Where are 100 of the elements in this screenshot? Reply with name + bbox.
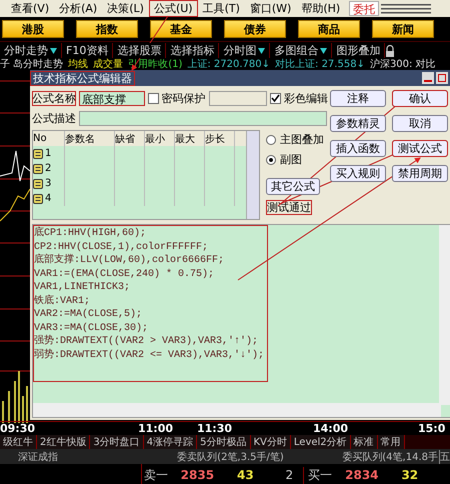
view-tab[interactable]: Level2分析 [290, 435, 351, 449]
dropdown-icon [320, 48, 328, 54]
market-button[interactable]: 商品 [298, 20, 360, 38]
chart-info-text: 子 岛分时走势 [0, 59, 64, 71]
field-label: 公式描述 [32, 110, 76, 126]
lock-icon[interactable] [385, 44, 396, 56]
dialog-button[interactable]: 注释 [330, 90, 386, 107]
view-tab[interactable]: 4涨停寻踪 [144, 435, 198, 449]
menu-item[interactable]: 决策(L) [102, 0, 149, 17]
code-line: 弱势:DRAWTEXT((VAR2 <= VAR3),VAR3,'↓'); [34, 348, 264, 362]
radio-label: 副图 [280, 152, 302, 167]
dialog-button[interactable]: 确认 [392, 90, 448, 107]
dialog-button[interactable]: 取消 [392, 115, 448, 132]
column-header: 缺省 [115, 131, 145, 146]
column-header: 参数名 [65, 131, 115, 146]
dialog-button[interactable]: 插入函数 [330, 140, 386, 157]
market-button[interactable]: 指数 [76, 20, 138, 38]
chart-info-text: 成交量 [93, 59, 124, 71]
column-header: 步长 [205, 131, 235, 146]
menu-item[interactable]: 查看(V) [6, 0, 54, 17]
view-tab[interactable]: 3分时盘口 [90, 435, 144, 449]
stripes-icon [381, 2, 432, 14]
row-number: 1 [45, 148, 52, 159]
code-line: 铁底:VAR1; [34, 294, 92, 308]
menu-item[interactable]: 分析(A) [54, 0, 102, 17]
column-header: No [33, 131, 65, 146]
menu-item[interactable]: 公式(U) [148, 0, 198, 17]
column-header: 最大 [175, 131, 205, 146]
scrollbar[interactable] [439, 225, 450, 405]
view-tab[interactable]: 级红牛 [0, 435, 37, 449]
radio-button[interactable] [266, 154, 276, 164]
formula-name-field[interactable]: 底部支撑 [79, 90, 146, 106]
parameter-icon [33, 148, 43, 158]
dropdown-icon [50, 48, 57, 54]
dialog-button[interactable]: 测试公式 [392, 140, 448, 157]
menu-item[interactable]: 窗口(W) [244, 0, 296, 17]
window-title: 技术指标公式编辑器 [30, 70, 135, 86]
checkbox[interactable] [148, 92, 159, 104]
parameter-icon [33, 178, 43, 188]
view-tab[interactable]: 常用 [378, 435, 405, 449]
dialog-button[interactable]: 买入规则 [330, 165, 386, 182]
row-number: 4 [45, 193, 52, 204]
code-line: CP2:HHV(CLOSE,1),colorFFFFFF; [34, 240, 210, 254]
chart-info-text: 对比上证: 27.558↓ [275, 59, 365, 71]
code-line: 强势:DRAWTEXT((VAR2 > VAR3),VAR3,'↑'); [34, 335, 260, 348]
time-label: 11:00 [138, 422, 174, 435]
maximize-icon[interactable] [436, 72, 448, 84]
parameter-icon [33, 164, 43, 174]
order-volume: 43 [236, 468, 255, 482]
row-number: 3 [45, 178, 52, 189]
code-line: VAR1:=(EMA(CLOSE,240) * 0.75); [34, 268, 216, 281]
description-field[interactable] [79, 110, 327, 126]
dialog-button[interactable]: 禁用周期 [392, 165, 448, 182]
field-label: 公式名称 [32, 90, 76, 106]
order-label: 卖一 [144, 466, 169, 484]
trade-button[interactable]: 委托 [349, 1, 380, 16]
menu-item[interactable]: 工具(T) [198, 0, 245, 17]
quote-header: 委买队列(4笔,14.8手 [342, 450, 438, 464]
market-button[interactable]: 新闻 [372, 20, 434, 38]
market-button[interactable]: 债券 [224, 20, 286, 38]
code-line: 底部支撑:LLV(LOW,60),color6666FF; [34, 254, 226, 268]
quote-header: 委卖队列(2笔,3.5手/笔) [176, 450, 285, 464]
chart-info-text: 沪深300: 对比 [370, 59, 436, 71]
chart-info-text: 上证: 2720.780↓ [187, 59, 270, 71]
time-label: 15:0 [418, 422, 446, 435]
code-line: VAR2:=MA(CLOSE,5); [34, 308, 144, 322]
checkbox[interactable] [270, 92, 281, 104]
view-tab[interactable]: 2红牛快版 [37, 435, 90, 449]
market-button[interactable]: 基金 [150, 20, 212, 38]
view-tab[interactable]: 5分时极品 [197, 435, 250, 449]
code-editor[interactable] [32, 224, 450, 418]
minimize-icon[interactable] [422, 72, 434, 84]
view-tab[interactable]: KV分时 [250, 435, 291, 449]
order-volume: 32 [401, 468, 420, 482]
view-tab[interactable]: 标准 [350, 435, 378, 449]
quote-header: 深证成指 [17, 450, 59, 464]
checkbox-label: 彩色编辑 [284, 90, 328, 106]
order-price: 2835 [180, 468, 216, 482]
code-line: VAR1,LINETHICK3; [34, 281, 132, 294]
time-label: 14:00 [313, 422, 348, 435]
radio-button[interactable] [266, 134, 276, 144]
menu-item[interactable]: 帮助(H) [296, 0, 346, 17]
checkbox-label: 密码保护 [162, 90, 206, 106]
time-label: 09:30 [0, 422, 36, 435]
parameter-icon [33, 194, 43, 204]
quote-header: 五 [439, 450, 450, 464]
password-field[interactable] [208, 90, 267, 106]
chart-info-text: 均线 [68, 59, 88, 71]
dialog-button[interactable]: 其它公式 [266, 178, 320, 195]
code-line: VAR3:=MA(CLOSE,30); [34, 322, 150, 334]
market-button[interactable]: 港股 [2, 20, 64, 38]
order-count: 2 [286, 468, 294, 482]
test-status-text: 测试通过 [266, 200, 312, 215]
row-number: 2 [45, 163, 52, 174]
radio-label: 主图叠加 [280, 132, 324, 147]
dialog-button[interactable]: 参数精灵 [330, 115, 386, 132]
order-label: 买一 [303, 466, 346, 484]
scrollbar[interactable] [246, 131, 259, 219]
scrollbar[interactable] [33, 403, 441, 417]
time-label: 11:30 [197, 422, 232, 435]
